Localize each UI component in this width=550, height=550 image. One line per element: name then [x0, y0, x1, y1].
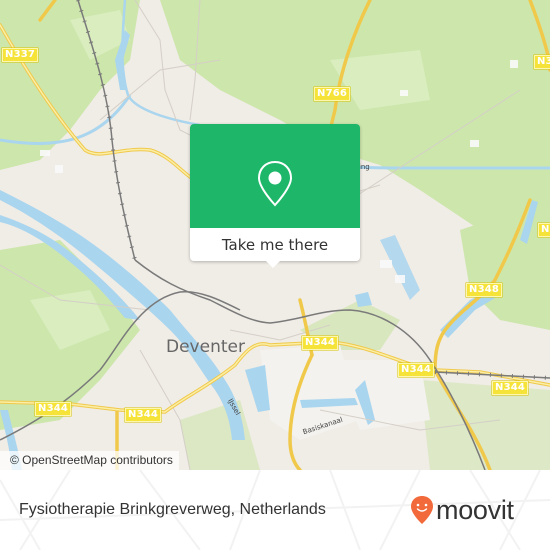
- road-label-n348: N348: [534, 55, 550, 69]
- road-label-n344: N344: [125, 408, 162, 422]
- road-label-n344: N344: [35, 402, 72, 416]
- road-label-n344: N344: [398, 363, 435, 377]
- city-label: Deventer: [166, 337, 245, 357]
- road-label-n344: N344: [538, 223, 550, 237]
- road-label-n344: N344: [492, 381, 529, 395]
- popup-pointer: [265, 260, 281, 268]
- destination-popup: Take me there: [190, 124, 360, 261]
- popup-header: [190, 124, 360, 228]
- map-attribution[interactable]: © OpenStreetMap contributors: [0, 451, 179, 470]
- location-pin-icon: [257, 160, 293, 207]
- road-label-n344: N344: [302, 336, 339, 350]
- take-me-there-button[interactable]: Take me there: [190, 228, 360, 261]
- place-name: Fysiotherapie Brinkgreverweg, Netherland…: [19, 501, 326, 518]
- footer-bar: Fysiotherapie Brinkgreverweg, Netherland…: [0, 470, 550, 550]
- road-label-n348: N348: [466, 283, 503, 297]
- moovit-wordmark: moovit: [436, 494, 514, 525]
- road-label-n337: N337: [2, 48, 39, 62]
- road-label-n766: N766: [314, 87, 351, 101]
- moovit-pin-icon: [411, 496, 433, 524]
- moovit-logo[interactable]: moovit: [410, 470, 514, 550]
- map-view[interactable]: Deventer Basiskanaal IJssel ring N337 N7…: [0, 0, 550, 470]
